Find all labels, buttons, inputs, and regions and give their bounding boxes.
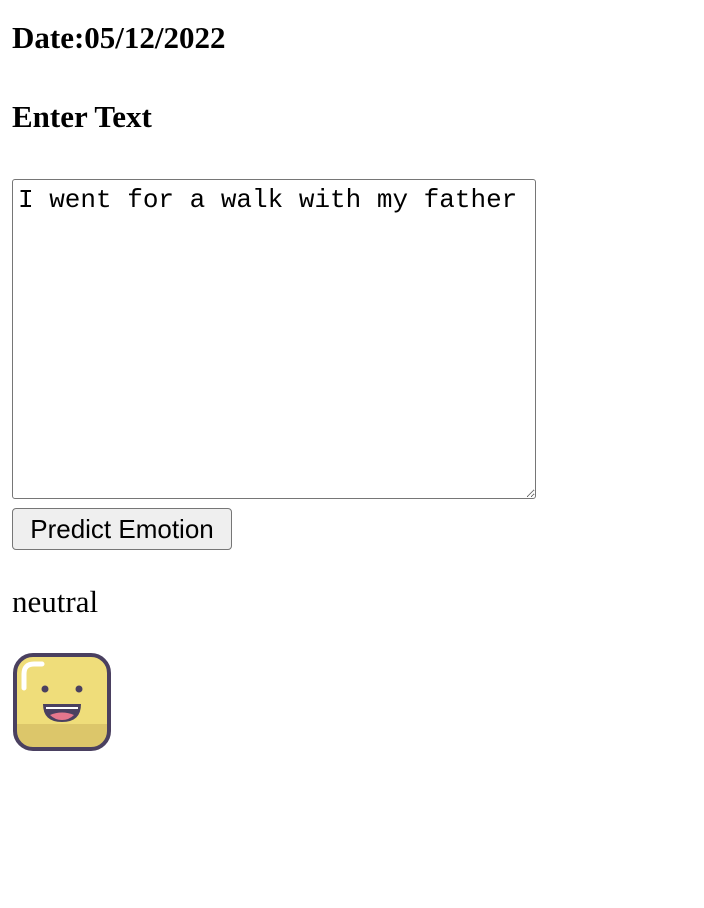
date-heading: Date:05/12/2022 — [12, 20, 226, 55]
text-input[interactable]: I went for a walk with my father — [12, 179, 536, 499]
predict-emotion-button[interactable]: Predict Emotion — [12, 508, 232, 550]
emotion-emoji — [12, 652, 112, 752]
section-title: Enter Text — [12, 99, 152, 134]
smiling-face-icon — [13, 653, 111, 751]
emotion-result: neutral — [12, 584, 99, 619]
